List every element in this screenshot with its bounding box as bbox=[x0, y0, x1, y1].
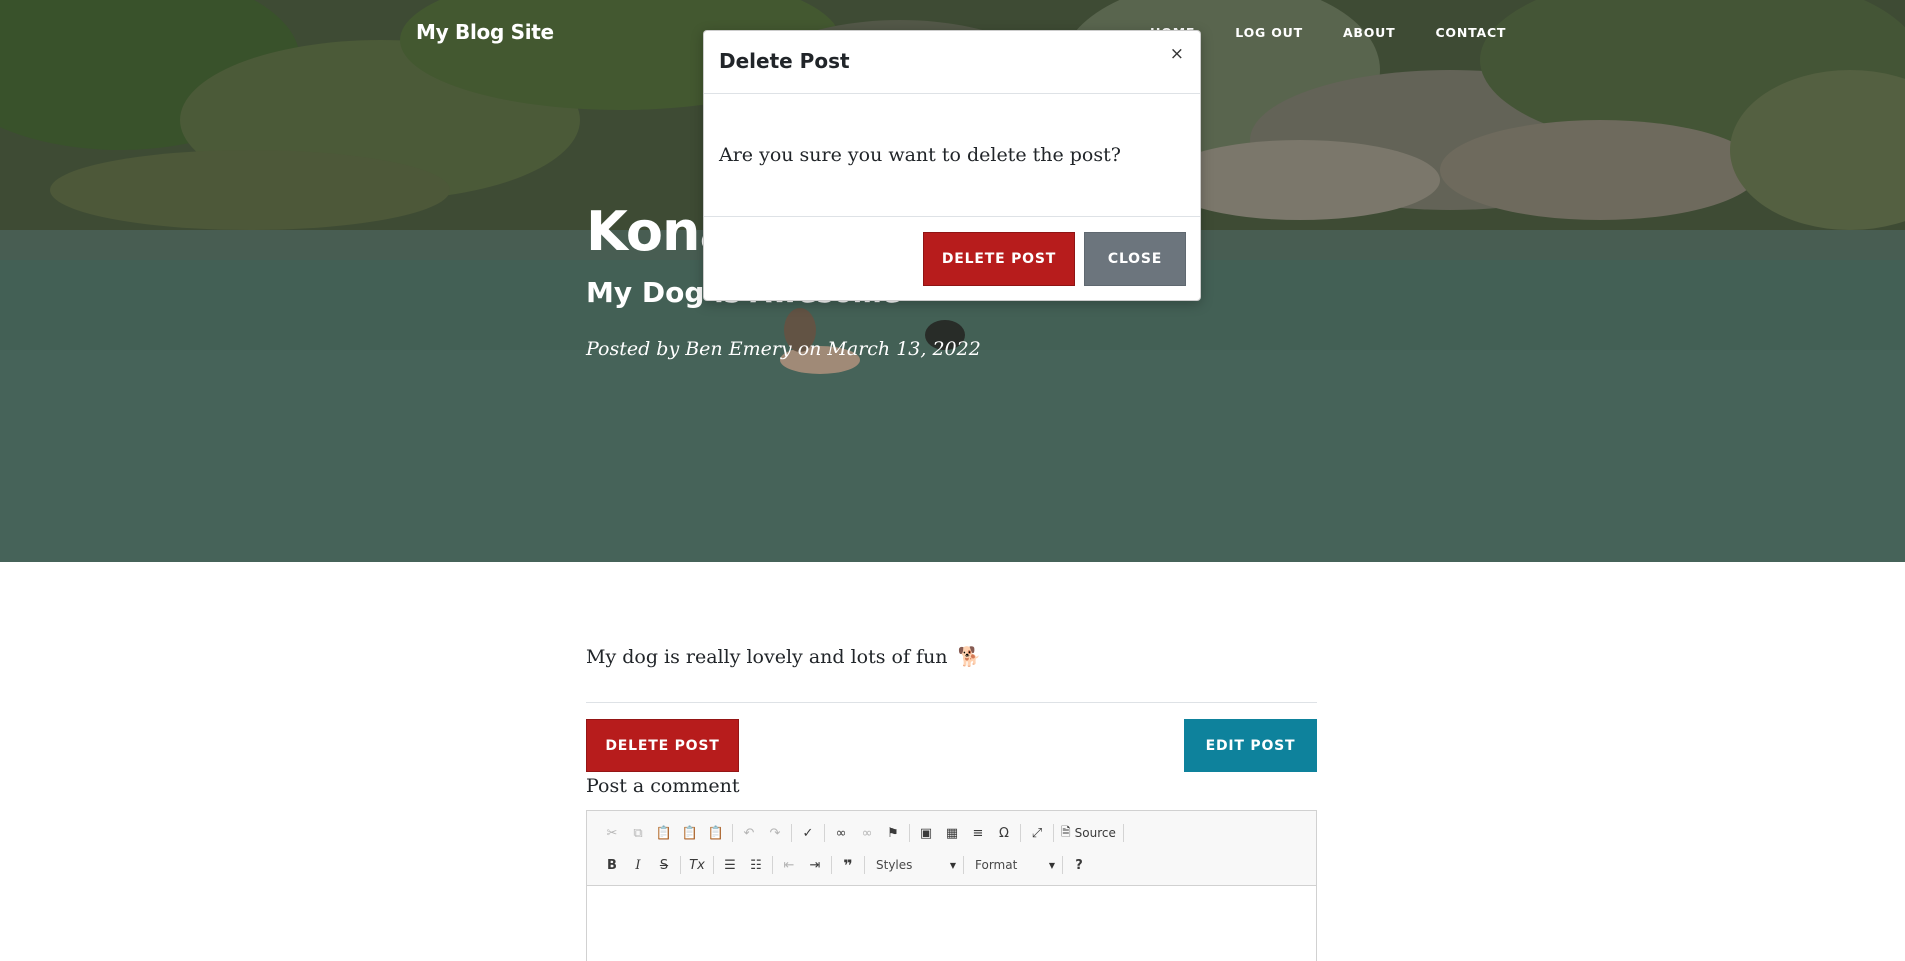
editor-toolbar-row-2: B I S Tx ☰ ☷ ⇤ ⇥ ❞ Styles ▼ Format ▼ ? bbox=[599, 849, 1308, 881]
modal-close-button[interactable]: CLOSE bbox=[1084, 232, 1186, 286]
bold-icon[interactable]: B bbox=[599, 853, 625, 877]
chevron-down-icon: ▼ bbox=[949, 860, 956, 870]
dog-emoji-icon: 🐕 bbox=[957, 646, 982, 668]
source-icon: 🗎 bbox=[1061, 824, 1071, 839]
toolbar-separator bbox=[864, 856, 865, 874]
format-dropdown[interactable]: Format ▼ bbox=[967, 854, 1059, 876]
styles-dropdown-label: Styles bbox=[876, 858, 913, 872]
modal-header: Delete Post × bbox=[704, 31, 1200, 94]
unlink-icon[interactable]: ∞ bbox=[854, 821, 880, 845]
content-divider bbox=[586, 702, 1317, 703]
toolbar-separator bbox=[713, 856, 714, 874]
delete-post-modal: Delete Post × Are you sure you want to d… bbox=[703, 30, 1201, 301]
toolbar-separator bbox=[680, 856, 681, 874]
paste-word-icon[interactable]: 📋 bbox=[703, 821, 729, 845]
post-body-text: My dog is really lovely and lots of fun bbox=[586, 646, 948, 668]
strikethrough-icon[interactable]: S bbox=[651, 853, 677, 877]
toolbar-separator bbox=[791, 824, 792, 842]
editor-toolbar: ✂ ⧉ 📋 📋 📋 ↶ ↷ ✓ ∞ ∞ ⚑ ▣ ▦ ≡ Ω ⤢ 🗎 Source bbox=[587, 811, 1316, 886]
format-dropdown-label: Format bbox=[975, 858, 1018, 872]
outdent-icon[interactable]: ⇤ bbox=[776, 853, 802, 877]
redo-icon[interactable]: ↷ bbox=[762, 821, 788, 845]
comment-editor: ✂ ⧉ 📋 📋 📋 ↶ ↷ ✓ ∞ ∞ ⚑ ▣ ▦ ≡ Ω ⤢ 🗎 Source bbox=[586, 810, 1317, 961]
image-icon[interactable]: ▣ bbox=[913, 821, 939, 845]
paste-icon[interactable]: 📋 bbox=[651, 821, 677, 845]
paste-text-icon[interactable]: 📋 bbox=[677, 821, 703, 845]
maximize-icon[interactable]: ⤢ bbox=[1024, 821, 1050, 845]
link-icon[interactable]: ∞ bbox=[828, 821, 854, 845]
toolbar-separator bbox=[1062, 856, 1063, 874]
toolbar-separator bbox=[963, 856, 964, 874]
comment-editor-textarea[interactable] bbox=[587, 886, 1316, 961]
modal-message: Are you sure you want to delete the post… bbox=[719, 144, 1121, 166]
toolbar-separator bbox=[1053, 824, 1054, 842]
table-icon[interactable]: ▦ bbox=[939, 821, 965, 845]
remove-format-icon[interactable]: Tx bbox=[684, 853, 710, 877]
post-body: My dog is really lovely and lots of fun … bbox=[586, 645, 981, 668]
toolbar-separator bbox=[831, 856, 832, 874]
blockquote-icon[interactable]: ❞ bbox=[835, 853, 861, 877]
italic-icon[interactable]: I bbox=[625, 853, 651, 877]
edit-post-button[interactable]: EDIT POST bbox=[1184, 719, 1317, 772]
source-button[interactable]: 🗎 Source bbox=[1057, 821, 1120, 845]
special-char-omega-icon[interactable]: Ω bbox=[991, 821, 1017, 845]
nav-link-contact[interactable]: CONTACT bbox=[1435, 25, 1506, 40]
spellcheck-icon[interactable]: ✓ bbox=[795, 821, 821, 845]
toolbar-separator bbox=[1020, 824, 1021, 842]
styles-dropdown[interactable]: Styles ▼ bbox=[868, 854, 960, 876]
toolbar-separator bbox=[909, 824, 910, 842]
modal-body: Are you sure you want to delete the post… bbox=[704, 94, 1200, 217]
cut-icon[interactable]: ✂ bbox=[599, 821, 625, 845]
site-brand-link[interactable]: My Blog Site bbox=[416, 20, 554, 44]
toolbar-separator bbox=[772, 856, 773, 874]
toolbar-separator bbox=[824, 824, 825, 842]
nav-link-logout[interactable]: LOG OUT bbox=[1235, 25, 1303, 40]
modal-title: Delete Post bbox=[719, 49, 850, 73]
bulleted-list-icon[interactable]: ☷ bbox=[743, 853, 769, 877]
comment-label: Post a comment bbox=[586, 775, 740, 797]
main-nav: HOME LOG OUT ABOUT CONTACT bbox=[1150, 25, 1546, 40]
nav-link-about[interactable]: ABOUT bbox=[1343, 25, 1396, 40]
numbered-list-icon[interactable]: ☰ bbox=[717, 853, 743, 877]
toolbar-separator bbox=[732, 824, 733, 842]
copy-icon[interactable]: ⧉ bbox=[625, 821, 651, 845]
delete-post-button[interactable]: DELETE POST bbox=[586, 719, 739, 772]
editor-toolbar-row-1: ✂ ⧉ 📋 📋 📋 ↶ ↷ ✓ ∞ ∞ ⚑ ▣ ▦ ≡ Ω ⤢ 🗎 Source bbox=[599, 817, 1308, 849]
horizontal-line-icon[interactable]: ≡ bbox=[965, 821, 991, 845]
help-icon[interactable]: ? bbox=[1066, 853, 1092, 877]
indent-icon[interactable]: ⇥ bbox=[802, 853, 828, 877]
anchor-flag-icon[interactable]: ⚑ bbox=[880, 821, 906, 845]
undo-icon[interactable]: ↶ bbox=[736, 821, 762, 845]
source-label: Source bbox=[1074, 826, 1116, 840]
modal-delete-post-button[interactable]: DELETE POST bbox=[923, 232, 1075, 286]
chevron-down-icon: ▼ bbox=[1048, 860, 1055, 870]
toolbar-separator bbox=[1122, 824, 1124, 842]
post-meta: Posted by Ben Emery on March 13, 2022 bbox=[586, 338, 981, 360]
close-icon[interactable]: × bbox=[1170, 44, 1184, 64]
